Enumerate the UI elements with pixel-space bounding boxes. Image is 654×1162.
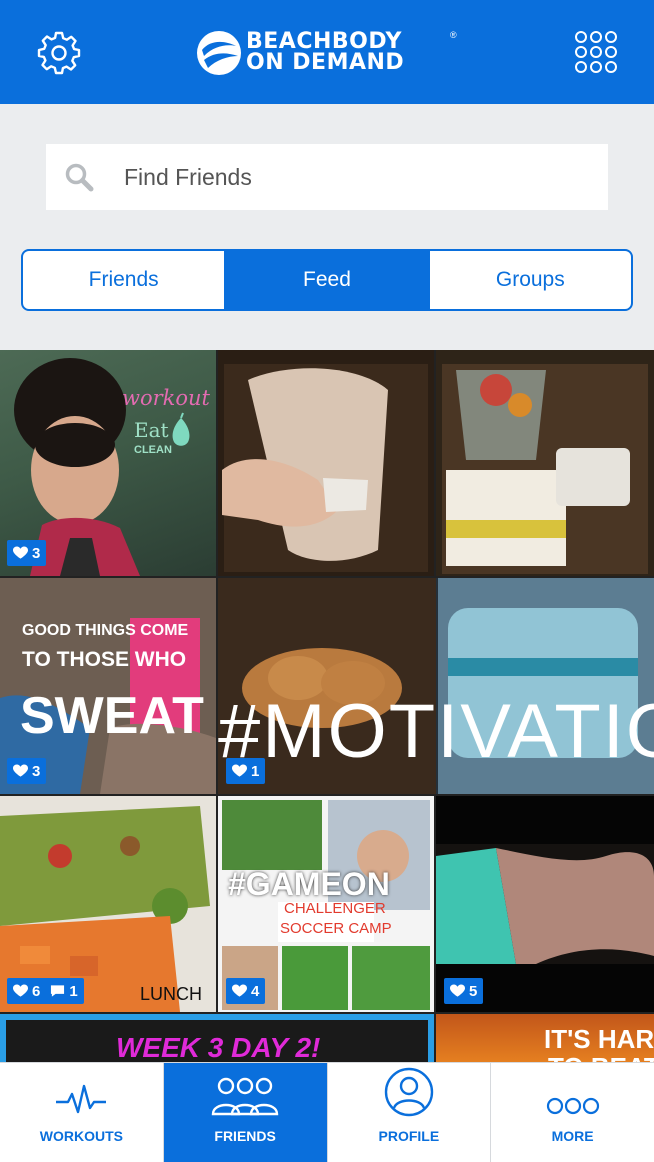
grid-menu-icon[interactable] [574, 30, 618, 74]
friends-icon [211, 1077, 279, 1116]
bottom-nav: WORKOUTS FRIENDS PROFILE MORE [0, 1062, 654, 1162]
pulse-icon [56, 1084, 107, 1114]
beachbody-logo-mark-icon [197, 31, 241, 75]
heart-icon [450, 984, 465, 997]
feed-tile[interactable]: GOOD THINGS COME TO THOSE WHO SWEAT 3 [0, 578, 216, 794]
logo-registered-mark: ® [450, 30, 457, 40]
tile-caption-3: SWEAT [20, 687, 204, 745]
nav-profile-label: PROFILE [378, 1128, 440, 1144]
like-badge: 3 [7, 540, 47, 566]
feed-tile[interactable] [436, 350, 654, 576]
find-friends-search [46, 144, 608, 210]
tab-feed[interactable]: Feed [224, 251, 428, 309]
like-count: 3 [32, 544, 41, 562]
nav-more[interactable]: MORE [491, 1063, 654, 1162]
logo-line2: ON DEMAND [246, 50, 405, 75]
tile-caption-2: TO THOSE WHO [22, 648, 187, 671]
tab-groups[interactable]: Groups [427, 251, 631, 309]
feed-tile[interactable]: #MOTIVATION 1 [218, 578, 654, 794]
nav-friends-label: FRIENDS [214, 1128, 276, 1144]
pear-icon [172, 412, 190, 446]
feed-tile[interactable]: IT'S HARD TO BEAT [436, 1014, 654, 1062]
comment-icon [51, 985, 65, 997]
top-header: BEACHBODY ON DEMAND ® [0, 0, 654, 104]
like-badge: 5 [444, 978, 484, 1004]
profile-icon [384, 1067, 434, 1117]
tile-caption: LUNCH [140, 984, 203, 1004]
app-screen: BEACHBODY ON DEMAND ® Friends Feed Group… [0, 0, 654, 1162]
tile-caption: GOOD THINGS COME [22, 622, 189, 639]
tile-caption: WEEK 3 DAY 2! [116, 1032, 321, 1062]
feed-tile[interactable]: 5 [436, 796, 654, 1012]
tile-caption-3: SOCCER CAMP [280, 920, 392, 937]
gear-icon[interactable] [36, 30, 82, 76]
tile-caption: #GAMEON [228, 866, 390, 902]
tile-caption: workout [122, 386, 210, 410]
feed-tile[interactable]: #GAMEON CHALLENGER SOCCER CAMP 4 [218, 796, 434, 1012]
feed-tile[interactable]: WEEK 3 DAY 2! [0, 1014, 434, 1062]
feed-tile[interactable]: workout Eat CLEAN 3 [0, 350, 216, 576]
photo-shake [222, 364, 428, 572]
nav-profile[interactable]: PROFILE [328, 1063, 492, 1162]
photo-blender [442, 364, 648, 574]
tile-caption: #MOTIVATION [218, 689, 654, 774]
like-count: 4 [251, 982, 260, 1000]
tile-caption: IT'S HARD [544, 1024, 654, 1054]
tile-caption-3: CLEAN [134, 444, 172, 456]
feed-tile[interactable] [218, 350, 434, 576]
heart-icon [13, 546, 28, 559]
nav-more-label: MORE [551, 1128, 594, 1144]
comment-count: 1 [69, 982, 78, 1000]
more-icon [546, 1097, 599, 1115]
feed-grid: workout Eat CLEAN 3 GOOD THINGS COME TO … [0, 350, 654, 1062]
beachbody-logo: BEACHBODY ON DEMAND ® [196, 28, 460, 78]
heart-icon [232, 984, 247, 997]
tile-caption-2: TO BEAT [548, 1052, 654, 1062]
nav-workouts-label: WORKOUTS [39, 1128, 123, 1144]
heart-icon [13, 984, 28, 997]
tile-caption-2: Eat [134, 418, 169, 442]
tile-caption-2: CHALLENGER [284, 900, 386, 917]
like-count: 3 [32, 762, 41, 780]
feed-tabs: Friends Feed Groups [21, 249, 633, 311]
feed-tile[interactable]: LUNCH 6 1 [0, 796, 216, 1012]
like-count: 6 [32, 982, 41, 1000]
like-badge: 1 [226, 758, 266, 784]
like-badge: 4 [226, 978, 266, 1004]
like-badge: 3 [7, 758, 47, 784]
like-count: 5 [469, 982, 478, 1000]
search-input[interactable] [124, 144, 594, 210]
heart-icon [232, 764, 247, 777]
nav-friends[interactable]: FRIENDS [163, 1063, 328, 1162]
search-icon [65, 163, 94, 192]
like-badge: 6 1 [7, 978, 84, 1004]
heart-icon [13, 764, 28, 777]
tab-friends[interactable]: Friends [23, 251, 224, 309]
nav-workouts[interactable]: WORKOUTS [0, 1063, 164, 1162]
like-count: 1 [251, 762, 260, 780]
